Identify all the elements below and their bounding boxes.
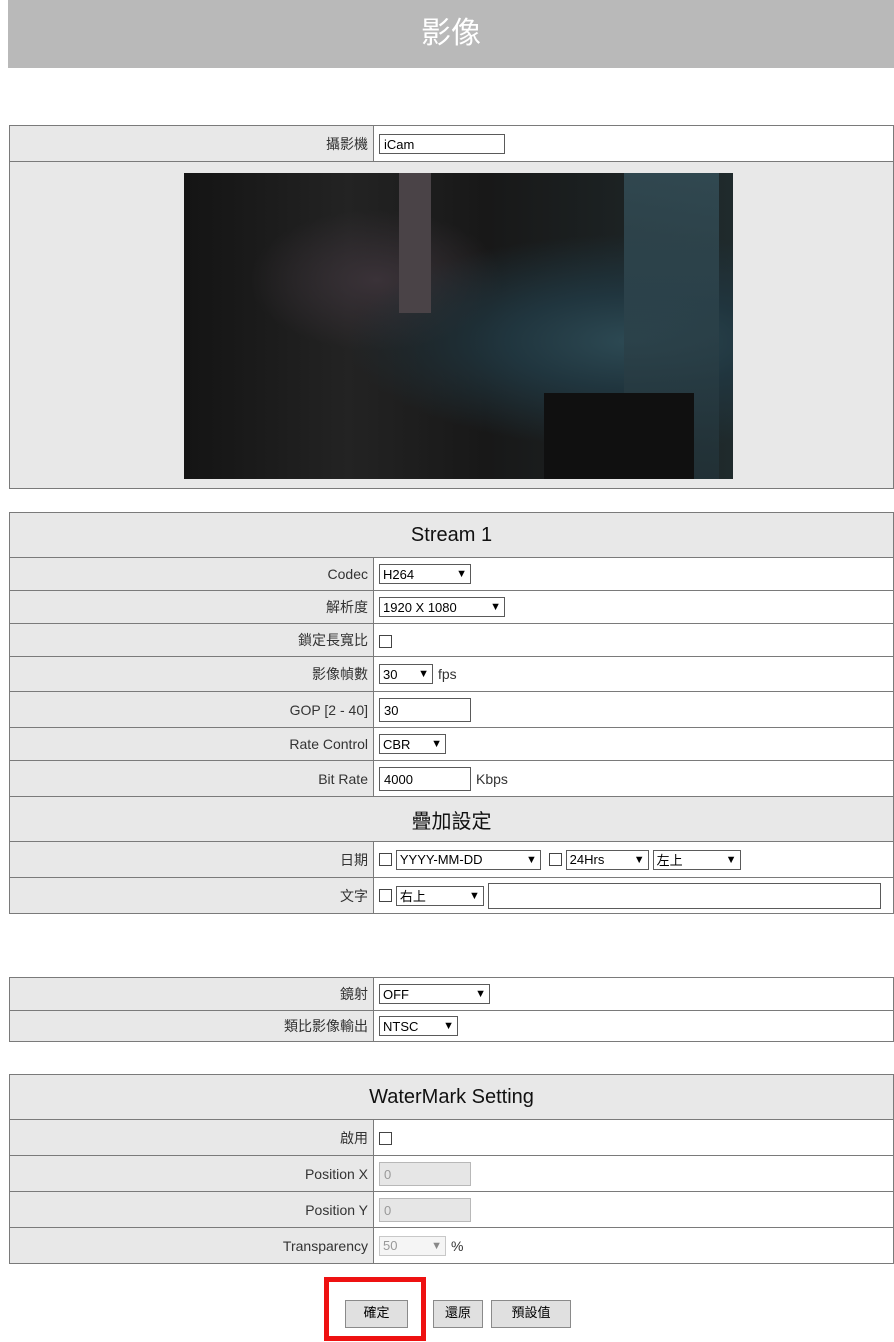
- text-position-value: 右上: [399, 889, 426, 904]
- page-title: 影像: [8, 0, 894, 68]
- chevron-down-icon: ▼: [526, 853, 537, 866]
- date-checkbox[interactable]: [379, 853, 392, 866]
- analog-output-select[interactable]: NTSC ▼: [379, 1016, 458, 1036]
- camera-name-label: 攝影機: [9, 125, 374, 162]
- misc-table: 鏡射 OFF ▼ 類比影像輸出 NTSC ▼: [9, 977, 894, 1042]
- video-preview: [184, 173, 733, 479]
- fps-select[interactable]: 30 ▼: [379, 664, 433, 684]
- analog-output-label: 類比影像輸出: [9, 1010, 374, 1042]
- analog-output-value: NTSC: [383, 1018, 419, 1034]
- overlay-text-input[interactable]: [487, 882, 881, 909]
- chevron-down-icon: ▼: [475, 988, 486, 1000]
- date-position-select[interactable]: 左上 ▼: [652, 849, 741, 870]
- gop-input[interactable]: 30: [379, 697, 471, 722]
- resolution-label: 解析度: [9, 590, 374, 624]
- chevron-down-icon: ▼: [456, 568, 467, 580]
- preview-shape: [399, 173, 431, 313]
- lock-ratio-checkbox[interactable]: [379, 634, 392, 648]
- watermark-enable-checkbox[interactable]: [379, 1132, 392, 1146]
- lock-ratio-label: 鎖定長寬比: [9, 623, 374, 657]
- codec-select[interactable]: H264 ▼: [379, 564, 471, 584]
- default-button[interactable]: 預設值: [491, 1300, 571, 1328]
- watermark-table: WaterMark Setting 啟用 Position X 0 Positi…: [9, 1074, 894, 1264]
- mirror-value: OFF: [383, 986, 409, 1002]
- chevron-down-icon: ▼: [469, 889, 480, 902]
- chevron-down-icon: ▼: [633, 853, 645, 866]
- transparency-select[interactable]: 50 ▼: [379, 1235, 446, 1256]
- fps-unit: fps: [438, 666, 457, 682]
- position-y-input[interactable]: 0: [379, 1197, 471, 1222]
- codec-value: H264: [383, 566, 415, 582]
- transparency-unit: %: [451, 1237, 464, 1254]
- chevron-down-icon: ▼: [725, 853, 737, 866]
- hour-format-select[interactable]: 24Hrs ▼: [565, 849, 649, 870]
- position-y-label: Position Y: [9, 1191, 374, 1228]
- transparency-value: 50: [383, 1238, 398, 1253]
- gop-label: GOP [2 - 40]: [9, 691, 374, 728]
- watermark-enable-label: 啟用: [9, 1119, 374, 1156]
- stream-table: Stream 1 Codec H264 ▼ 解析度 1920 X 1080 ▼ 鎖定…: [9, 512, 894, 914]
- chevron-down-icon: ▼: [431, 1239, 442, 1252]
- rate-control-label: Rate Control: [9, 727, 374, 761]
- button-row: 確定 還原 預設值: [0, 1295, 894, 1335]
- overlay-title: 疊加設定: [9, 796, 894, 842]
- rate-control-value: CBR: [383, 736, 411, 752]
- bit-rate-label: Bit Rate: [9, 760, 374, 797]
- date-format-value: YYYY-MM-DD: [399, 852, 483, 867]
- date-format-select[interactable]: YYYY-MM-DD ▼: [395, 849, 541, 870]
- hour-format-value: 24Hrs: [569, 852, 605, 867]
- date-label: 日期: [9, 841, 374, 878]
- text-checkbox[interactable]: [379, 889, 392, 902]
- mirror-label: 鏡射: [9, 977, 374, 1011]
- position-x-input[interactable]: 0: [379, 1161, 471, 1186]
- bit-rate-unit: Kbps: [476, 770, 508, 787]
- chevron-down-icon: ▼: [443, 1020, 454, 1032]
- transparency-label: Transparency: [9, 1227, 374, 1264]
- mirror-select[interactable]: OFF ▼: [379, 984, 490, 1004]
- chevron-down-icon: ▼: [431, 738, 442, 750]
- resolution-select[interactable]: 1920 X 1080 ▼: [379, 597, 505, 617]
- chevron-down-icon: ▼: [490, 601, 501, 613]
- restore-button[interactable]: 還原: [433, 1300, 483, 1328]
- date-position-value: 左上: [656, 853, 683, 868]
- preview-shape: [544, 393, 694, 479]
- fps-value: 30: [383, 666, 398, 682]
- text-label: 文字: [9, 877, 374, 914]
- camera-name-input[interactable]: iCam: [379, 133, 505, 154]
- chevron-down-icon: ▼: [418, 668, 429, 680]
- codec-label: Codec: [9, 557, 374, 591]
- resolution-value: 1920 X 1080: [383, 599, 457, 615]
- bit-rate-input[interactable]: 4000: [379, 766, 471, 791]
- highlight-box: [324, 1277, 426, 1341]
- position-x-label: Position X: [9, 1155, 374, 1192]
- hour-checkbox[interactable]: [548, 853, 562, 866]
- stream-title: Stream 1: [9, 512, 894, 558]
- rate-control-select[interactable]: CBR ▼: [379, 734, 446, 754]
- watermark-title: WaterMark Setting: [9, 1074, 894, 1120]
- text-position-select[interactable]: 右上 ▼: [395, 885, 484, 906]
- fps-label: 影像幀數: [9, 656, 374, 692]
